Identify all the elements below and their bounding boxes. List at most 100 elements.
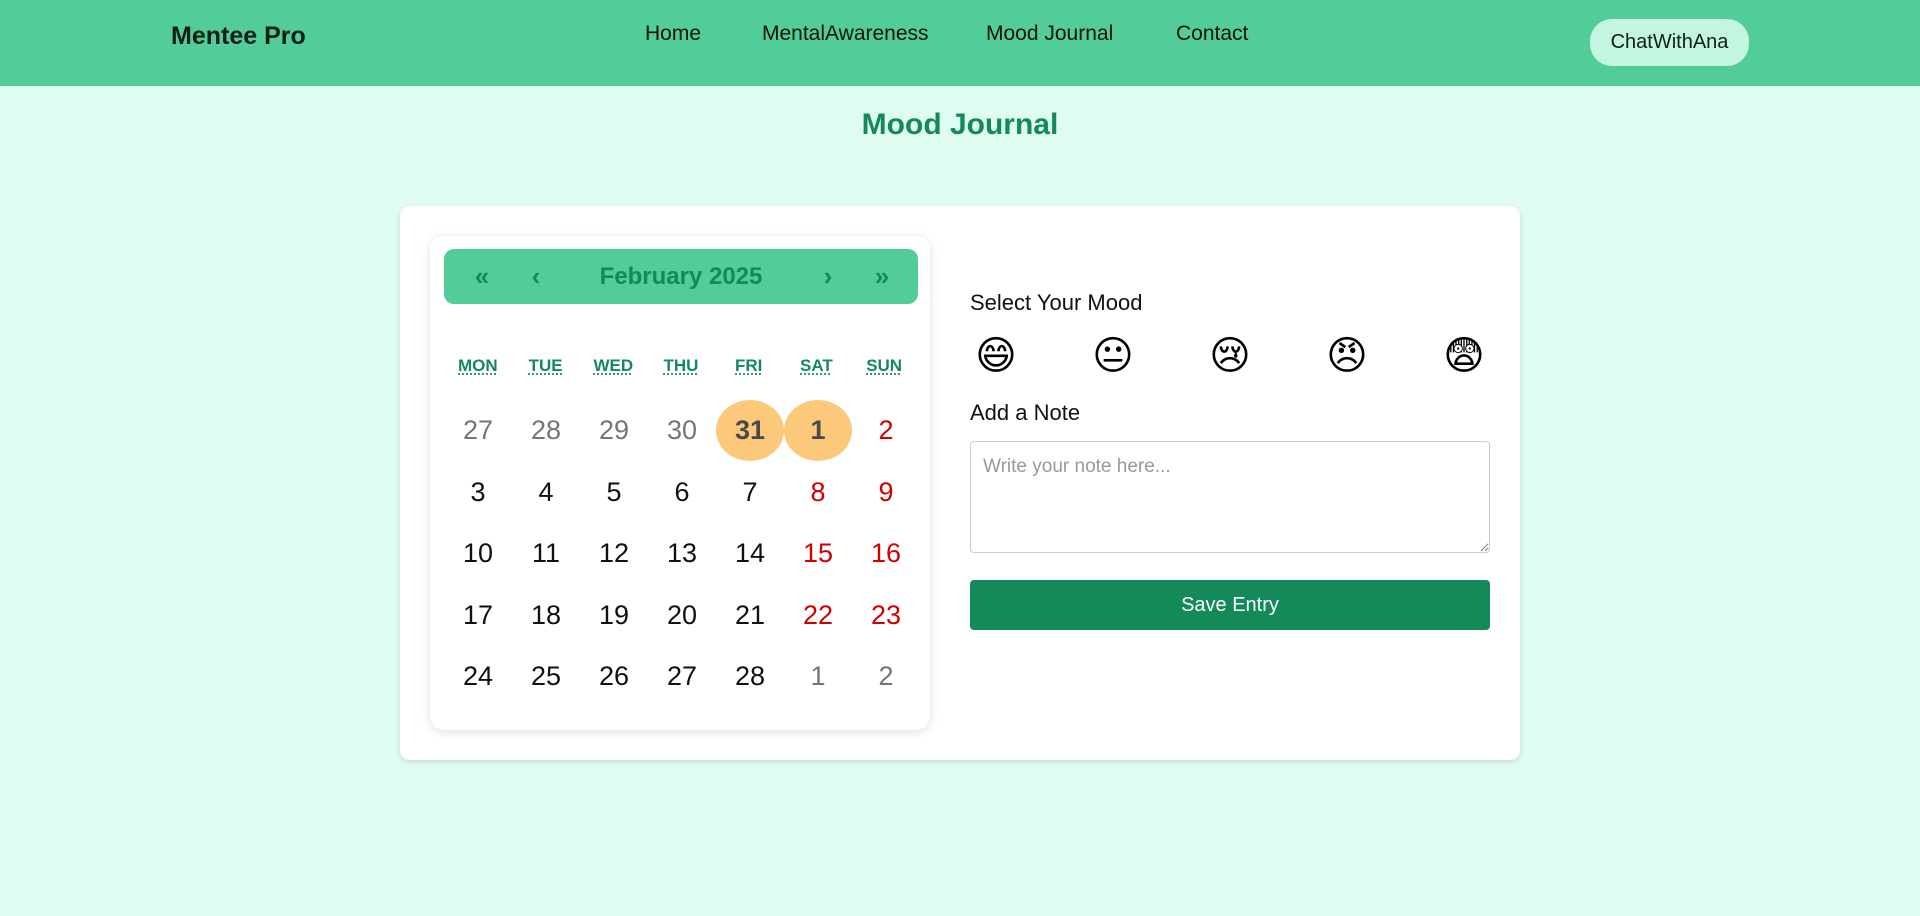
calendar-day[interactable]: 28 (512, 400, 580, 462)
calendar-day-label: 11 (531, 538, 561, 569)
calendar-day[interactable]: 23 (852, 585, 920, 647)
calendar-day[interactable]: 28 (716, 646, 784, 708)
calendar-weekdays: MON TUE WED THU FRI SAT SUN (444, 356, 918, 386)
calendar-day-label: 21 (734, 599, 766, 630)
calendar-day-label: 6 (674, 476, 690, 507)
calendar-day-label: 23 (870, 599, 902, 630)
calendar-day-label: 5 (606, 476, 622, 507)
weekday-thu: THU (663, 356, 699, 375)
add-note-label: Add a Note (970, 400, 1081, 425)
calendar-day[interactable]: 29 (580, 400, 648, 462)
weekday-sat: SAT (800, 356, 833, 375)
calendar-day-label: 22 (802, 599, 834, 630)
calendar-day[interactable]: 16 (852, 523, 920, 585)
select-mood-label: Select Your Mood (970, 290, 1143, 315)
calendar-day[interactable]: 19 (580, 585, 648, 647)
calendar-day-label: 19 (598, 599, 630, 630)
calendar-day[interactable]: 27 (648, 646, 716, 708)
grinning-face-icon[interactable]: 😄 (973, 333, 1019, 379)
calendar-day[interactable]: 24 (444, 646, 512, 708)
calendar-day[interactable]: 26 (580, 646, 648, 708)
calendar-header: « ‹ February 2025 › » (444, 249, 918, 304)
calendar-day[interactable]: 4 (512, 462, 580, 524)
calendar-day-label: 29 (598, 415, 630, 446)
weekday-wed: WED (593, 356, 634, 375)
calendar-day-label: 18 (530, 599, 562, 630)
page-title: Mood Journal (861, 108, 1059, 141)
next-year-button[interactable]: » (860, 249, 904, 304)
calendar-day-label: 27 (462, 415, 494, 446)
calendar-day-label: 12 (598, 538, 630, 569)
prev-month-button[interactable]: ‹ (514, 249, 558, 304)
calendar-day[interactable]: 18 (512, 585, 580, 647)
calendar-day[interactable]: 7 (716, 462, 784, 524)
weekday-fri: FRI (735, 356, 763, 375)
calendar-day[interactable]: 8 (784, 462, 852, 524)
calendar-day[interactable]: 30 (648, 400, 716, 462)
calendar-day-label: 14 (734, 538, 766, 569)
calendar-day-label: 28 (734, 661, 766, 692)
weekday-sun: SUN (866, 356, 903, 375)
calendar-day[interactable]: 12 (580, 523, 648, 585)
calendar-day[interactable]: 11 (512, 523, 580, 585)
calendar-day[interactable]: 9 (852, 462, 920, 524)
calendar-day-label: 8 (810, 476, 826, 507)
calendar-day-label: 13 (666, 538, 698, 569)
calendar-day-label: 1 (810, 661, 826, 692)
calendar-day-label: 17 (462, 599, 494, 630)
weekday-tue: TUE (528, 356, 563, 375)
calendar-day-label: 30 (666, 415, 698, 446)
calendar-day-label: 15 (802, 538, 834, 569)
calendar-day[interactable]: 27 (444, 400, 512, 462)
calendar-day[interactable]: 2 (852, 646, 920, 708)
calendar-day[interactable]: 14 (716, 523, 784, 585)
calendar-day[interactable]: 15 (784, 523, 852, 585)
calendar-day[interactable]: 31 (716, 400, 784, 462)
calendar-day[interactable]: 17 (444, 585, 512, 647)
calendar-day[interactable]: 10 (444, 523, 512, 585)
crying-face-icon[interactable]: 😢 (1207, 333, 1253, 379)
nav-link-mood-journal[interactable]: Mood Journal (986, 22, 1113, 46)
fearful-face-icon[interactable]: 😨 (1441, 333, 1487, 379)
calendar-day-label: 4 (538, 476, 554, 507)
calendar-day-label: 25 (530, 661, 562, 692)
calendar-day-label: 3 (470, 476, 486, 507)
nav-link-mental-awareness[interactable]: MentalAwareness (762, 22, 929, 46)
calendar-day[interactable]: 25 (512, 646, 580, 708)
calendar-day-label: 28 (530, 415, 562, 446)
calendar-day[interactable]: 6 (648, 462, 716, 524)
nav-link-contact[interactable]: Contact (1176, 22, 1248, 46)
calendar-day-label: 7 (742, 476, 758, 507)
top-navbar: Mentee Pro Home MentalAwareness Mood Jou… (0, 0, 1920, 86)
next-month-button[interactable]: › (806, 249, 850, 304)
calendar-day[interactable]: 13 (648, 523, 716, 585)
chat-with-ana-button[interactable]: ChatWithAna (1590, 19, 1749, 66)
note-textarea[interactable] (970, 441, 1490, 553)
calendar-day-label: 20 (666, 599, 698, 630)
calendar-day[interactable]: 20 (648, 585, 716, 647)
calendar-day-label: 1 (784, 400, 852, 462)
calendar-day-label: 27 (666, 661, 698, 692)
calendar-month-label[interactable]: February 2025 (554, 249, 808, 304)
calendar-day-label: 16 (870, 538, 902, 569)
calendar-day[interactable]: 22 (784, 585, 852, 647)
calendar-day-label: 26 (598, 661, 630, 692)
calendar-day[interactable]: 2 (852, 400, 920, 462)
calendar-day[interactable]: 5 (580, 462, 648, 524)
prev-year-button[interactable]: « (460, 249, 504, 304)
nav-link-home[interactable]: Home (645, 22, 701, 46)
calendar-day[interactable]: 1 (784, 646, 852, 708)
calendar-day[interactable]: 1 (784, 400, 852, 462)
angry-face-icon[interactable]: 😠 (1324, 333, 1370, 379)
calendar-day-label: 2 (878, 661, 894, 692)
calendar-day-label: 31 (716, 400, 784, 462)
weekday-mon: MON (458, 356, 498, 375)
calendar-day-label: 2 (878, 415, 894, 446)
calendar-day-label: 10 (462, 538, 494, 569)
neutral-face-icon[interactable]: 😐 (1090, 333, 1136, 379)
calendar-days-grid: 27 28 29 30 31 1 2 3 4 5 6 7 8 9 10 11 12 13 14 15 16 17 18 19 2… (444, 400, 918, 708)
calendar-day[interactable]: 3 (444, 462, 512, 524)
save-entry-button[interactable]: Save Entry (970, 580, 1490, 630)
calendar-day-label: 24 (462, 661, 494, 692)
calendar-day[interactable]: 21 (716, 585, 784, 647)
